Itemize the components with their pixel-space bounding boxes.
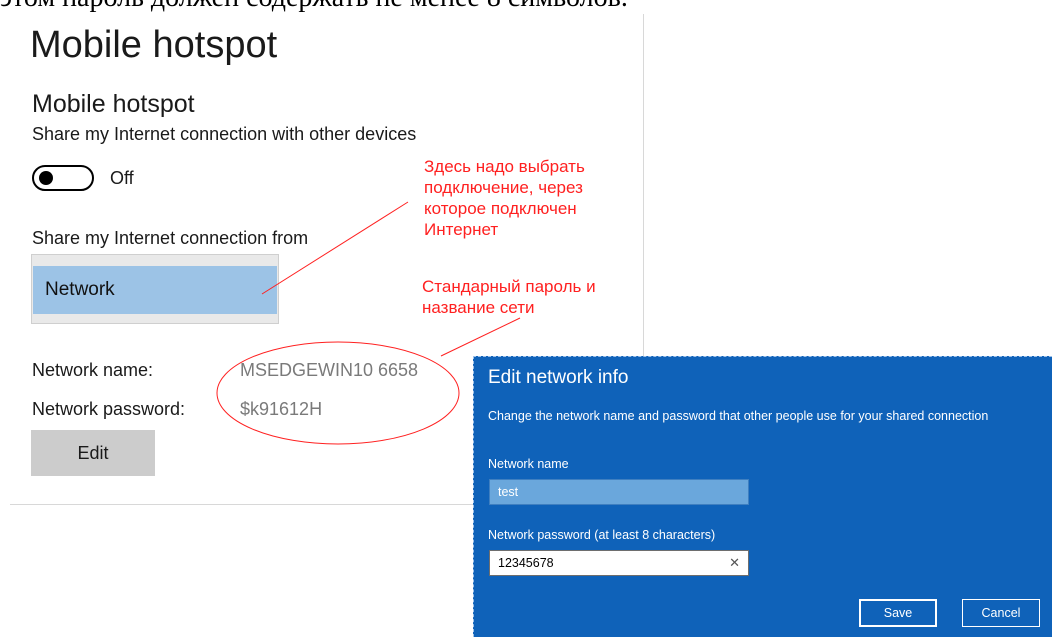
edit-network-info-dialog: Edit network info Change the network nam… — [473, 356, 1052, 637]
network-password-input[interactable]: 12345678 ✕ — [489, 550, 749, 576]
clear-icon[interactable]: ✕ — [729, 551, 740, 575]
network-password-input-value: 12345678 — [498, 556, 554, 570]
dialog-description: Change the network name and password tha… — [488, 409, 989, 423]
annotation-pointer-line-connection — [261, 201, 409, 295]
dialog-title: Edit network info — [488, 367, 629, 388]
annotation-highlight-ellipse — [216, 341, 460, 445]
network-name-input-value: test — [498, 485, 519, 499]
annotation-choose-connection: Здесь надо выбрать подключение, через ко… — [424, 157, 585, 239]
annotation-default-credentials: Стандарный пароль и название сети — [422, 277, 596, 317]
network-name-input[interactable]: test — [489, 479, 749, 505]
dialog-network-password-label: Network password (at least 8 characters) — [488, 528, 716, 542]
cancel-button[interactable]: Cancel — [962, 599, 1040, 627]
save-button[interactable]: Save — [859, 599, 937, 627]
annotation-pointer-line-credentials — [440, 317, 521, 357]
dialog-network-name-label: Network name — [488, 457, 569, 471]
